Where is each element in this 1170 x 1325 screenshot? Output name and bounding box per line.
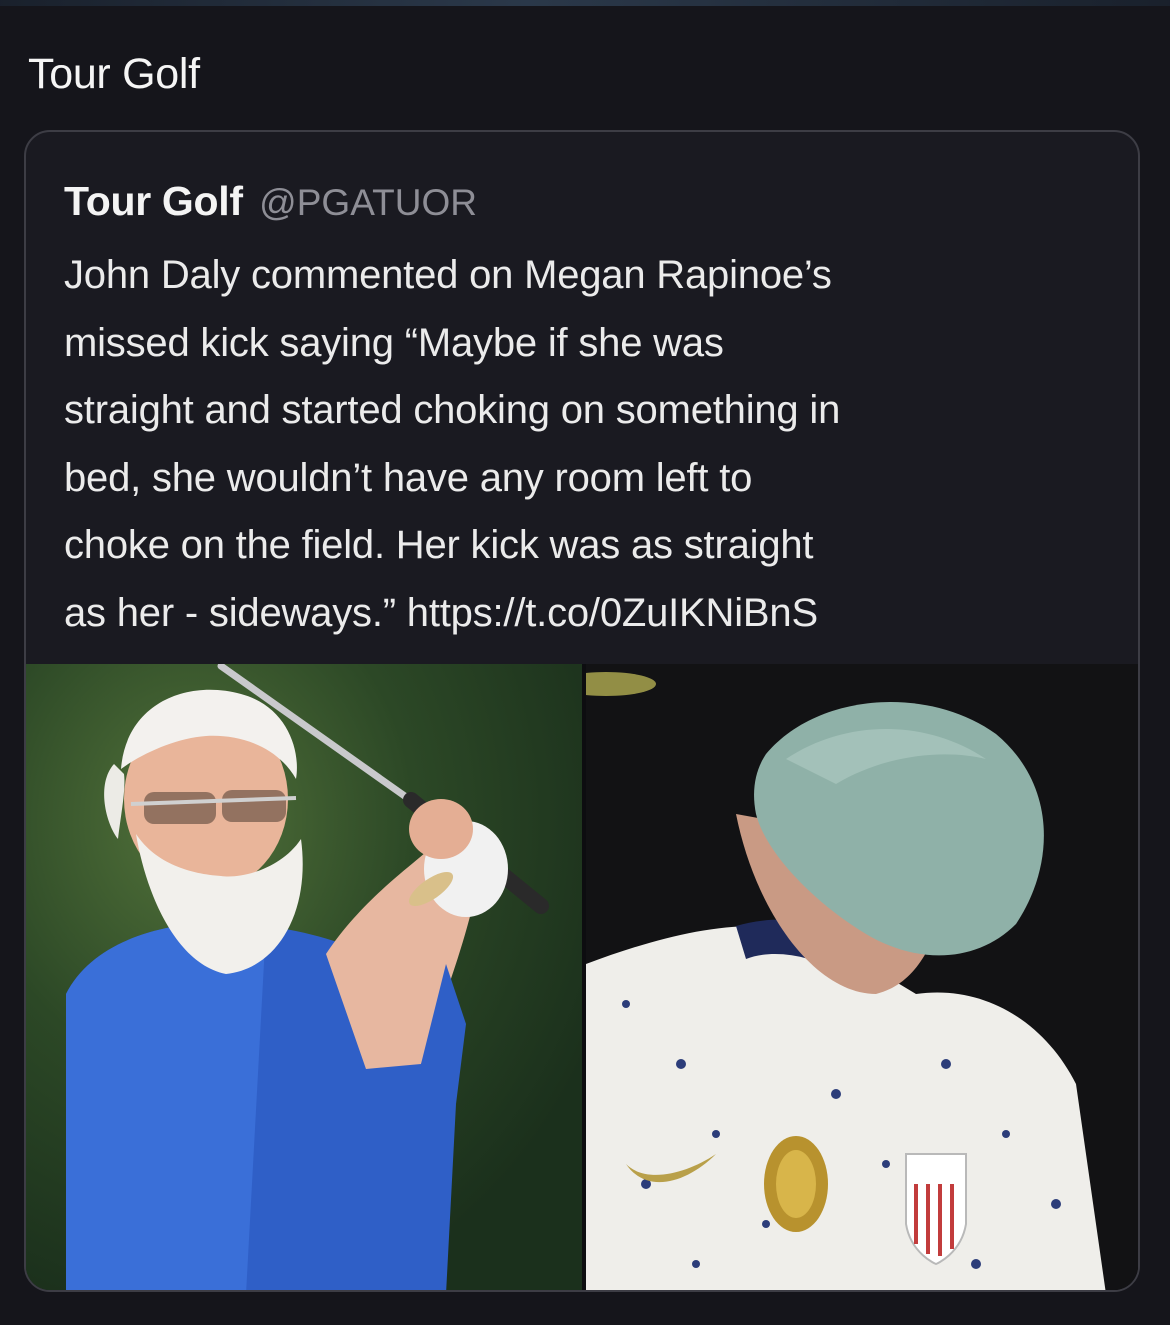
- tweet-image-soccer-player[interactable]: [586, 664, 1138, 1290]
- golfer-illustration: [26, 664, 582, 1290]
- tweet-text-line: bed, she wouldn’t have any room left to: [64, 455, 753, 500]
- tweet-author-row: Tour Golf @PGATUOR: [64, 178, 477, 225]
- tweet-text: John Daly commented on Megan Rapinoe’s m…: [64, 242, 1124, 647]
- page-title: Tour Golf: [28, 50, 200, 98]
- tweet-text-line: choke on the field. Her kick was as stra…: [64, 523, 814, 567]
- tweet-media: [26, 664, 1138, 1290]
- author-handle[interactable]: @PGATUOR: [259, 182, 477, 223]
- tweet-text-line: as her - sideways.” https://t.co/0ZuIKNi…: [64, 590, 818, 635]
- tweet-text-line: straight and started choking on somethin…: [64, 388, 841, 432]
- quoted-tweet-card[interactable]: Tour Golf @PGATUOR John Daly commented o…: [24, 130, 1140, 1292]
- soccer-player-illustration: [586, 664, 1138, 1290]
- tweet-text-line: missed kick saying “Maybe if she was: [64, 320, 724, 365]
- tweet-image-golfer[interactable]: [26, 664, 582, 1290]
- top-edge-divider: [0, 0, 1170, 6]
- author-name[interactable]: Tour Golf: [64, 178, 243, 224]
- tweet-text-line: John Daly commented on Megan Rapinoe’s: [64, 253, 832, 297]
